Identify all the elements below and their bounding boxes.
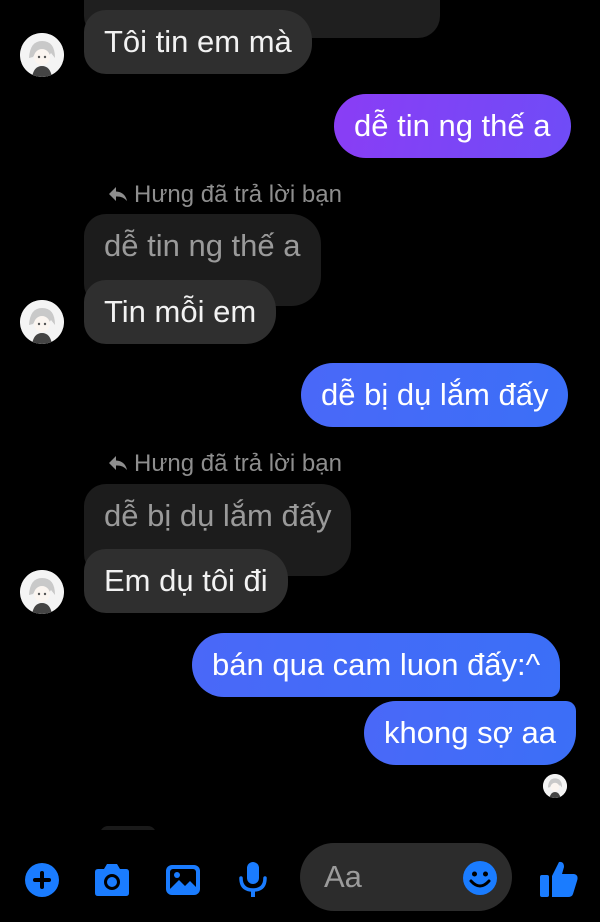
incoming-message-bubble[interactable]: Tin mỗi em (84, 280, 277, 344)
message-text: Tin mỗi em (104, 294, 257, 329)
outgoing-message-bubble[interactable]: khong sợ aa (364, 701, 576, 765)
reply-icon (109, 187, 127, 201)
emoji-icon (463, 861, 497, 895)
outgoing-message-bubble[interactable]: dễ tin ng thế a (334, 94, 571, 158)
quoted-text: dễ tin ng thế a (104, 228, 301, 263)
gallery-button[interactable] (164, 862, 202, 898)
avatar[interactable] (20, 570, 64, 614)
avatar[interactable] (20, 300, 64, 344)
message-text: khong sợ aa (384, 715, 556, 750)
microphone-icon (239, 862, 267, 897)
reply-icon (109, 456, 127, 470)
camera-button[interactable] (92, 862, 132, 898)
avatar[interactable] (20, 33, 64, 77)
seen-avatar (543, 774, 567, 798)
quoted-text: dễ bị dụ lắm đấy (104, 498, 332, 533)
reply-label: Hưng đã trả lời bạn (108, 450, 342, 478)
reply-label: Hưng đã trả lời bạn (108, 181, 342, 209)
gallery-icon (166, 865, 200, 895)
incoming-message-bubble[interactable]: Tôi tin em mà (84, 10, 312, 74)
microphone-button[interactable] (236, 860, 270, 900)
message-text: dễ tin ng thế a (354, 108, 551, 143)
emoji-button[interactable] (462, 860, 498, 896)
reply-label-text: Hưng đã trả lời bạn (134, 181, 342, 208)
message-text: Tôi tin em mà (104, 24, 292, 59)
add-button[interactable] (24, 862, 60, 898)
like-button[interactable] (538, 858, 580, 900)
camera-icon (95, 864, 129, 896)
add-icon (25, 863, 59, 897)
message-input[interactable]: Aa (300, 843, 512, 911)
message-input-placeholder: Aa (324, 859, 362, 894)
incoming-message-bubble[interactable]: Em dụ tôi đi (84, 549, 288, 613)
composer-bar: Aa (0, 830, 600, 922)
message-text: Em dụ tôi đi (104, 563, 268, 598)
message-text: bán qua cam luon đấy:^ (212, 647, 541, 682)
outgoing-message-bubble[interactable]: bán qua cam luon đấy:^ (192, 633, 561, 697)
message-thread: Tôi tin em mà dễ tin ng thế a Hưng đã tr… (0, 0, 600, 830)
outgoing-message-bubble[interactable]: dễ bị dụ lắm đấy (301, 363, 569, 427)
message-text: dễ bị dụ lắm đấy (321, 377, 549, 412)
reply-label-text: Hưng đã trả lời bạn (134, 450, 342, 477)
thumbs-up-icon (540, 861, 578, 897)
